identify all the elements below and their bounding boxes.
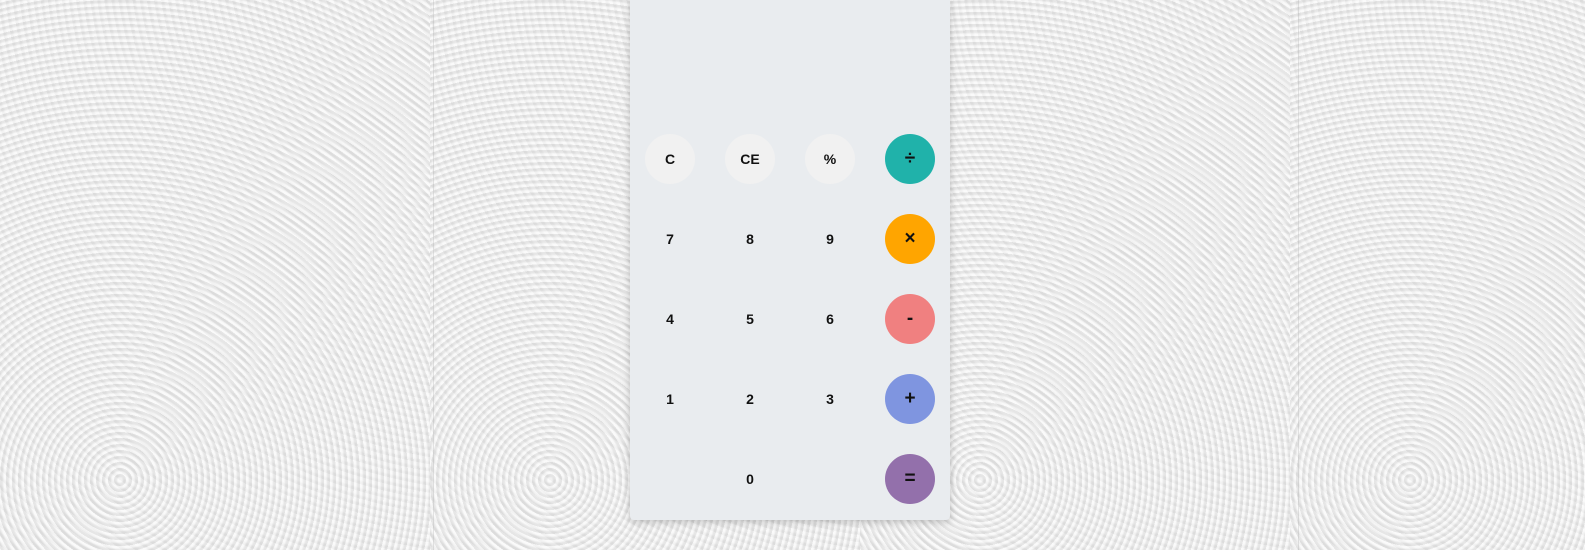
minus-button[interactable]: - [885,294,935,344]
calculator-display [630,0,950,120]
multiply-button[interactable]: × [885,214,935,264]
digit-3-button[interactable]: 3 [805,374,855,424]
plus-button[interactable]: + [885,374,935,424]
calculator: C CE % ÷ 7 8 9 × 4 5 6 - 1 2 3 + 0 = [630,0,950,520]
keypad: C CE % ÷ 7 8 9 × 4 5 6 - 1 2 3 + 0 = [645,134,935,504]
digit-6-button[interactable]: 6 [805,294,855,344]
wallpaper-seam [433,0,434,550]
digit-0-button[interactable]: 0 [725,454,775,504]
divide-button[interactable]: ÷ [885,134,935,184]
digit-7-button[interactable]: 7 [645,214,695,264]
digit-1-button[interactable]: 1 [645,374,695,424]
digit-5-button[interactable]: 5 [725,294,775,344]
digit-4-button[interactable]: 4 [645,294,695,344]
percent-button[interactable]: % [805,134,855,184]
equals-button[interactable]: = [885,454,935,504]
wallpaper-seam [1298,0,1299,550]
digit-8-button[interactable]: 8 [725,214,775,264]
digit-9-button[interactable]: 9 [805,214,855,264]
digit-2-button[interactable]: 2 [725,374,775,424]
clear-entry-button[interactable]: CE [725,134,775,184]
clear-button[interactable]: C [645,134,695,184]
